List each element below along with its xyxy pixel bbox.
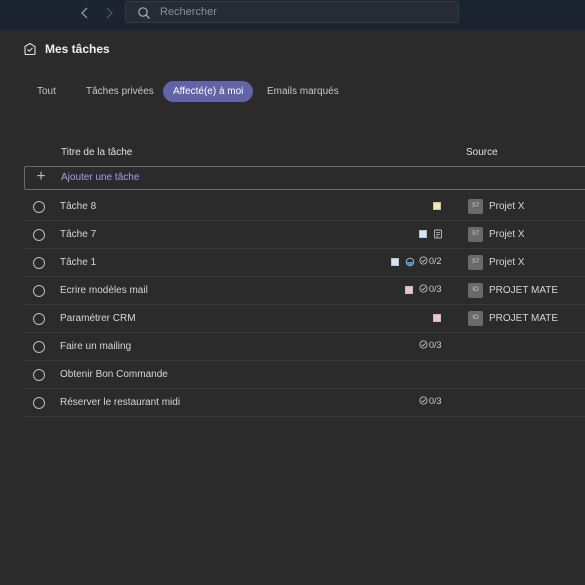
source-icon: IO (468, 283, 483, 298)
task-row[interactable]: Faire un mailing 0/3 (24, 333, 585, 361)
task-title: Paramétrer CRM (60, 313, 136, 324)
complete-checkbox[interactable] (33, 369, 45, 381)
task-row[interactable]: Tâche 7 S7 Projet X (24, 221, 585, 249)
complete-checkbox[interactable] (33, 313, 45, 325)
task-row[interactable]: Paramétrer CRM IO PROJET MATE (24, 305, 585, 333)
checklist-icon (419, 340, 428, 349)
search-box[interactable] (125, 1, 459, 23)
complete-checkbox[interactable] (33, 201, 45, 213)
complete-checkbox[interactable] (33, 397, 45, 409)
checklist-icon (419, 396, 428, 405)
complete-checkbox[interactable] (33, 257, 45, 269)
forward-arrow-icon[interactable] (101, 5, 117, 21)
checklist-count-text: 0/3 (429, 284, 442, 294)
column-header-title[interactable]: Titre de la tâche (61, 147, 132, 158)
tasks-icon (24, 42, 36, 56)
label-color-tag (433, 314, 441, 322)
task-source[interactable]: Projet X (489, 201, 525, 212)
checklist-count-text: 0/3 (429, 396, 442, 406)
search-icon (138, 7, 150, 19)
complete-checkbox[interactable] (33, 285, 45, 297)
task-title: Faire un mailing (60, 341, 132, 352)
note-icon (434, 229, 442, 239)
complete-checkbox[interactable] (33, 229, 45, 241)
checklist-count-text: 0/2 (429, 256, 442, 266)
task-row[interactable]: Réserver le restaurant midi 0/3 (24, 389, 585, 417)
add-task-label: Ajouter une tâche (61, 172, 140, 183)
task-row[interactable]: Obtenir Bon Commande (24, 361, 585, 389)
label-color-tag (419, 230, 427, 238)
title-bar (0, 0, 585, 30)
checklist-count-text: 0/3 (429, 340, 442, 350)
task-row[interactable]: Tâche 1 0/2 S7 Projet X (24, 249, 585, 277)
source-icon: IO (468, 311, 483, 326)
tab-emails-marques[interactable]: Emails marqués (257, 81, 349, 102)
page-header: Mes tâches (0, 30, 585, 75)
task-row[interactable]: Tâche 8 S7 Projet X (24, 193, 585, 221)
task-title: Tâche 8 (60, 201, 97, 212)
plus-icon: + (36, 168, 46, 185)
label-color-tag (433, 202, 441, 210)
tab-affecte-a-moi[interactable]: Affecté(e) à moi (163, 81, 254, 102)
checklist-count: 0/3 (419, 396, 442, 406)
search-input[interactable] (160, 3, 450, 21)
checklist-icon (419, 284, 428, 293)
task-title: Réserver le restaurant midi (60, 397, 181, 408)
label-color-tag (391, 258, 399, 266)
task-row[interactable]: Ecrire modèles mail 0/3 IO PROJET MATE (24, 277, 585, 305)
complete-checkbox[interactable] (33, 341, 45, 353)
label-color-tag (405, 286, 413, 294)
checklist-count: 0/3 (419, 340, 442, 350)
task-source[interactable]: Projet X (489, 229, 525, 240)
task-title: Tâche 1 (60, 257, 97, 268)
task-source[interactable]: PROJET MATE (489, 285, 558, 296)
page-title: Mes tâches (45, 42, 110, 56)
add-task-row[interactable]: + Ajouter une tâche (24, 166, 585, 190)
checklist-count: 0/2 (419, 256, 442, 266)
progress-icon (405, 257, 415, 267)
source-icon: S7 (468, 255, 483, 270)
source-icon: S7 (468, 199, 483, 214)
column-header-source[interactable]: Source (466, 147, 498, 158)
checklist-count: 0/3 (419, 284, 442, 294)
back-arrow-icon[interactable] (77, 5, 93, 21)
task-source[interactable]: PROJET MATE (489, 313, 558, 324)
task-title: Obtenir Bon Commande (60, 369, 168, 380)
tab-taches-privees[interactable]: Tâches privées (76, 81, 164, 102)
task-title: Tâche 7 (60, 229, 97, 240)
source-icon: S7 (468, 227, 483, 242)
task-title: Ecrire modèles mail (60, 285, 148, 296)
checklist-icon (419, 256, 428, 265)
tab-tout[interactable]: Tout (27, 81, 66, 102)
task-source[interactable]: Projet X (489, 257, 525, 268)
